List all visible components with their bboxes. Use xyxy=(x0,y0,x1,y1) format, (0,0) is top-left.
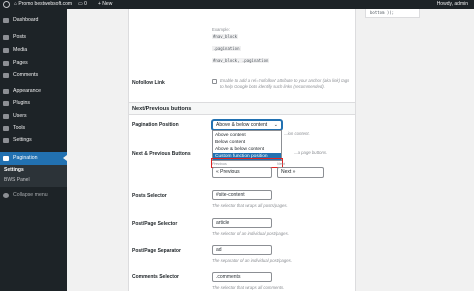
admin-sidebar: Dashboard Posts Media Pages Comments App… xyxy=(0,9,67,291)
section-title: Next/Previous buttons xyxy=(132,106,192,112)
comments-selector-input[interactable]: .comments xyxy=(212,272,272,282)
next-text-input[interactable]: Next » xyxy=(277,167,324,178)
sidebar-item-label: Settings xyxy=(13,137,32,143)
sidebar-item-label: Dashboard xyxy=(13,17,39,23)
submenu-item-bws-panel[interactable]: BWS Panel xyxy=(4,177,30,183)
sidebar-item-label: Media xyxy=(13,47,28,53)
sidebar-item-pagination[interactable]: Pagination xyxy=(0,152,67,165)
howdy-user-link[interactable]: Howdy, admin xyxy=(437,0,468,9)
sidebar-item-label: Pagination xyxy=(13,155,38,161)
settings-icon xyxy=(3,138,9,143)
post-page-separator-label: Post/Page Separator xyxy=(132,248,181,254)
sidebar-item-settings[interactable]: Settings xyxy=(0,135,67,146)
sidebar-item-media[interactable]: Media xyxy=(0,45,67,56)
post-page-separator-help: The separator of an individual post/page… xyxy=(212,258,293,263)
posts-selector-input[interactable]: #site-content xyxy=(212,190,272,200)
sidebar-item-dashboard[interactable]: Dashboard xyxy=(0,15,67,26)
example-code: .pagination xyxy=(212,46,241,51)
dropdown-option[interactable]: Above & below content xyxy=(213,146,281,153)
next-previous-buttons-label: Next & Previous Buttons xyxy=(132,151,191,157)
settings-panel: Example: #nav_block .pagination #nav_blo… xyxy=(128,9,356,291)
pagination-position-selected: Above & below content xyxy=(216,122,268,128)
new-content-link[interactable]: + New xyxy=(98,0,112,9)
posts-selector-help: The selector that wraps all posts/pages. xyxy=(212,203,288,208)
sidebar-item-appearance[interactable]: Appearance xyxy=(0,86,67,97)
sidebar-item-label: Pages xyxy=(13,60,28,66)
collapse-menu-button[interactable]: Collapse menu xyxy=(0,190,67,201)
nofollow-help: Enable to add a rel='nofollow' attribute… xyxy=(220,78,350,89)
brush-icon xyxy=(3,89,9,94)
nofollow-checkbox[interactable] xyxy=(212,79,217,84)
comments-link[interactable]: ▭ 0 xyxy=(78,0,87,9)
sidebar-item-label: Appearance xyxy=(13,88,41,94)
sidebar-item-pages[interactable]: Pages xyxy=(0,58,67,69)
sidebar-item-posts[interactable]: Posts xyxy=(0,32,67,43)
user-icon xyxy=(3,114,9,119)
site-name-link[interactable]: ⌂ Promo bestwebsoft.com xyxy=(14,0,72,9)
comments-count: 0 xyxy=(84,1,87,7)
pin-icon xyxy=(3,35,9,40)
dropdown-option[interactable]: Above content xyxy=(213,132,281,139)
sidebar-item-tools[interactable]: Tools xyxy=(0,123,67,134)
pagination-position-help: ...ion content. xyxy=(284,131,310,136)
post-page-selector-help: The selector of an individual post/pages… xyxy=(212,231,289,236)
chevron-down-icon: ⌄ xyxy=(273,122,278,128)
pagination-position-dropdown: Above content Below content Above & belo… xyxy=(212,130,282,161)
dropdown-option[interactable]: Below content xyxy=(213,139,281,146)
pagination-position-select[interactable]: Above & below content ⌄ xyxy=(212,120,282,130)
example-code: #nav_block, .pagination xyxy=(212,58,270,63)
sidebar-item-label: Plugins xyxy=(13,100,31,106)
nofollow-link-label: Nofollow Link xyxy=(132,80,165,86)
sidebar-item-label: Tools xyxy=(13,125,26,131)
plugin-icon xyxy=(3,101,9,106)
posts-selector-label: Posts Selector xyxy=(132,193,167,199)
sidebar-item-users[interactable]: Users xyxy=(0,111,67,122)
next-previous-help: ...a page buttons. xyxy=(294,150,328,155)
pagination-submenu: Settings BWS Panel xyxy=(0,165,67,187)
previous-text-input[interactable]: « Previous xyxy=(212,167,272,178)
example-label: Example: xyxy=(212,27,230,32)
code-example-box: bottom )); xyxy=(365,9,420,18)
comment-icon xyxy=(3,73,9,78)
next-caption: Next xyxy=(277,162,285,166)
previous-caption: Previous xyxy=(212,162,227,166)
post-page-separator-input[interactable]: ad xyxy=(212,245,272,255)
pagination-icon xyxy=(3,156,9,161)
media-icon xyxy=(3,48,9,53)
comments-selector-label: Comments Selector xyxy=(132,274,179,280)
wordpress-logo-icon[interactable] xyxy=(3,1,10,8)
post-page-selector-label: Post/Page Selector xyxy=(132,221,178,227)
collapse-menu-label: Collapse menu xyxy=(13,192,48,198)
example-code: #nav_block xyxy=(212,34,239,39)
site-name: Promo bestwebsoft.com xyxy=(18,1,73,7)
code-snippet: bottom )); xyxy=(370,10,395,15)
admin-bar: ⌂ Promo bestwebsoft.com ▭ 0 + New Howdy,… xyxy=(0,0,474,9)
sidebar-item-label: Users xyxy=(13,113,27,119)
wrench-icon xyxy=(3,126,9,131)
section-header: Next/Previous buttons xyxy=(129,102,355,115)
page-icon xyxy=(3,61,9,66)
sidebar-item-comments[interactable]: Comments xyxy=(0,70,67,81)
post-page-selector-input[interactable]: article xyxy=(212,218,272,228)
pagination-position-label: Pagination Position xyxy=(132,122,179,128)
dashboard-icon xyxy=(3,18,9,23)
sidebar-item-plugins[interactable]: Plugins xyxy=(0,98,67,109)
collapse-icon xyxy=(3,193,9,198)
sidebar-item-label: Posts xyxy=(13,34,26,40)
submenu-item-settings[interactable]: Settings xyxy=(4,167,24,173)
sidebar-item-label: Comments xyxy=(13,72,39,78)
comments-selector-help: The selector that wraps all comments. xyxy=(212,285,285,290)
